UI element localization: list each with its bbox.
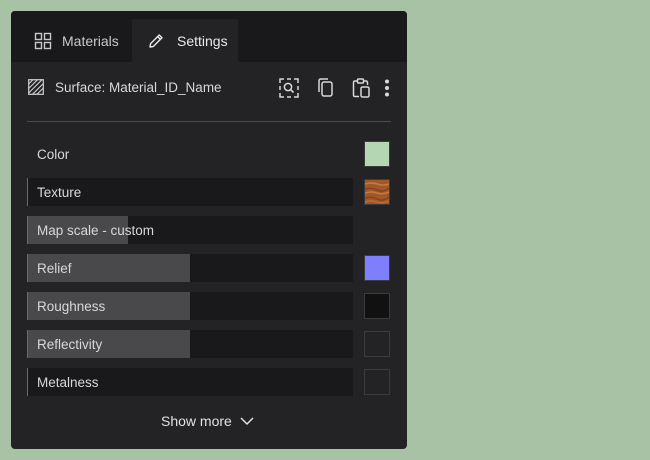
tab-materials-label: Materials — [62, 33, 119, 49]
relief-slider[interactable]: Relief — [27, 254, 353, 282]
slider-edge — [27, 216, 28, 244]
tab-materials[interactable]: Materials — [11, 19, 131, 62]
map-scale-label: Map scale - custom — [37, 223, 155, 238]
metalness-label: Metalness — [37, 375, 99, 390]
tab-settings-label: Settings — [177, 33, 228, 49]
roughness-slider[interactable]: Roughness — [27, 292, 353, 320]
pencil-icon — [149, 34, 163, 48]
texture-label: Texture — [37, 185, 82, 200]
material-settings-panel: Materials Settings Surface: Material_ID_… — [11, 11, 407, 449]
copy-icon[interactable] — [315, 77, 337, 99]
more-vertical-icon[interactable] — [377, 77, 397, 99]
color-label: Color — [37, 147, 70, 162]
property-row-color: Color — [27, 140, 391, 168]
slider-edge — [27, 178, 28, 206]
wood-texture-swatch[interactable] — [364, 179, 390, 205]
surface-header: Surface: Material_ID_Name — [27, 77, 397, 99]
property-row-relief: Relief — [27, 254, 391, 282]
slider-edge — [27, 292, 28, 320]
map-scale-slider[interactable]: Map scale - custom — [27, 216, 353, 244]
tab-settings[interactable]: Settings — [132, 19, 238, 62]
color-swatch[interactable] — [364, 141, 390, 167]
property-row-reflectivity: Reflectivity — [27, 330, 391, 358]
metalness-swatch[interactable] — [364, 369, 390, 395]
paste-icon[interactable] — [350, 77, 372, 99]
property-row-texture: Texture — [27, 178, 391, 206]
roughness-swatch[interactable] — [364, 293, 390, 319]
show-more-label: Show more — [161, 413, 232, 429]
slider-edge — [27, 254, 28, 282]
reflectivity-swatch[interactable] — [364, 331, 390, 357]
tab-bar: Materials Settings — [11, 11, 407, 62]
metalness-slider[interactable]: Metalness — [27, 368, 353, 396]
slider-edge — [27, 368, 28, 396]
show-more-button[interactable]: Show more — [161, 411, 255, 431]
grid-icon — [34, 32, 52, 50]
roughness-label: Roughness — [37, 299, 106, 314]
relief-label: Relief — [37, 261, 72, 276]
texture-slider[interactable]: Texture — [27, 178, 353, 206]
property-row-roughness: Roughness — [27, 292, 391, 320]
reflectivity-label: Reflectivity — [37, 337, 103, 352]
property-row-map-scale: Map scale - custom — [27, 216, 391, 244]
property-row-metalness: Metalness — [27, 368, 391, 396]
divider — [27, 121, 391, 122]
reflectivity-slider[interactable]: Reflectivity — [27, 330, 353, 358]
surface-material-name: Surface: Material_ID_Name — [55, 80, 222, 95]
slider-edge — [27, 330, 28, 358]
chevron-down-icon — [240, 417, 254, 426]
relief-swatch[interactable] — [364, 255, 390, 281]
inspect-icon[interactable] — [278, 77, 300, 99]
hatch-icon — [28, 79, 44, 95]
